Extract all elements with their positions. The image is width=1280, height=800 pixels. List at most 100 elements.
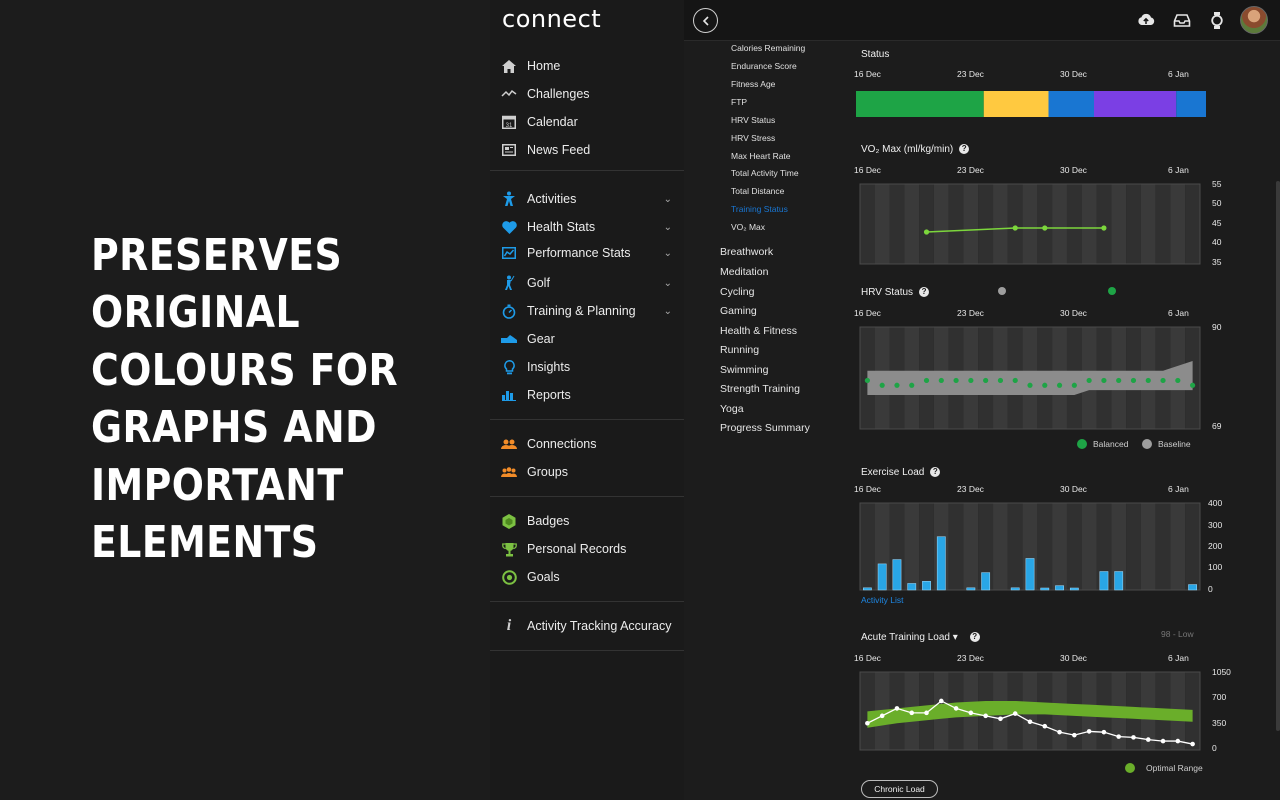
date-label: 23 Dec — [957, 653, 984, 663]
acute-load-point — [1160, 738, 1166, 744]
newsfeed-icon — [500, 141, 518, 159]
sidebar-item-label: Calendar — [527, 115, 578, 129]
category-item[interactable]: Yoga — [720, 403, 744, 415]
submenu-item[interactable]: Total Activity Time — [731, 168, 799, 178]
submenu-item-active[interactable]: Training Status — [731, 204, 788, 214]
acute-load-title[interactable]: Acute Training Load ▾? — [861, 632, 980, 643]
watch-icon[interactable] — [1207, 10, 1227, 30]
y-tick: 69 — [1212, 421, 1222, 431]
submenu-item[interactable]: Endurance Score — [731, 61, 797, 71]
acute-load-point — [1190, 741, 1195, 747]
sidebar-item-activity-tracking-accuracy[interactable]: i Activity Tracking Accuracy — [490, 614, 684, 638]
submenu-item[interactable]: Max Heart Rate — [731, 151, 791, 161]
acute-load-point — [1072, 732, 1077, 738]
sidebar-item-personal-records[interactable]: Personal Records — [490, 537, 684, 561]
sidebar-item-badges[interactable]: Badges — [490, 509, 684, 533]
category-item[interactable]: Running — [720, 344, 759, 356]
sidebar-item-gear[interactable]: Gear — [490, 327, 684, 351]
status-title: Status — [861, 49, 890, 60]
sidebar-item-news-feed[interactable]: News Feed — [490, 138, 684, 162]
grid-column — [1081, 503, 1097, 590]
back-button[interactable] — [693, 8, 718, 33]
submenu-item[interactable]: Calories Remaining — [731, 43, 805, 53]
submenu-item[interactable]: HRV Status — [731, 115, 775, 125]
category-item[interactable]: Gaming — [720, 305, 757, 317]
submenu-item[interactable]: FTP — [731, 97, 747, 107]
help-icon[interactable]: ? — [959, 144, 970, 154]
category-item[interactable]: Strength Training — [720, 383, 800, 395]
date-label: 6 Jan — [1168, 484, 1189, 494]
scrollbar[interactable] — [1276, 181, 1280, 731]
sidebar-item-calendar[interactable]: 31 Calendar — [490, 110, 684, 134]
submenu-item[interactable]: VO₂ Max — [731, 222, 765, 232]
chronic-load-button[interactable]: Chronic Load — [861, 780, 938, 798]
acute-load-point — [1116, 734, 1121, 739]
grid-column — [963, 184, 979, 264]
sidebar-item-training-planning[interactable]: Training & Planning ⌄ — [490, 299, 684, 323]
status-segment-productive — [856, 91, 984, 117]
promo-panel: PRESERVES ORIGINAL COLOURS FOR GRAPHS AN… — [0, 0, 490, 800]
sidebar-item-home[interactable]: Home — [490, 54, 684, 78]
legend-dot — [1142, 439, 1152, 449]
category-item[interactable]: Swimming — [720, 364, 768, 376]
y-tick: 35 — [1212, 257, 1222, 267]
chevron-down-icon: ⌄ — [663, 221, 672, 233]
acute-training-load-chart[interactable] — [859, 671, 1201, 751]
grid-column — [904, 503, 920, 590]
y-tick: 45 — [1212, 218, 1222, 228]
category-item[interactable]: Breathwork — [720, 246, 773, 258]
category-item[interactable]: Progress Summary — [720, 422, 810, 434]
category-item[interactable]: Cycling — [720, 286, 754, 298]
acute-load-point — [939, 698, 944, 704]
sidebar-item-performance-stats[interactable]: Performance Stats ⌄ — [490, 241, 684, 265]
hrv-point — [1160, 377, 1166, 384]
submenu-item[interactable]: Fitness Age — [731, 79, 775, 89]
sidebar-item-reports[interactable]: Reports — [490, 383, 684, 407]
status-segment-peaking — [1094, 91, 1177, 117]
sidebar-item-groups[interactable]: Groups — [490, 460, 684, 484]
grid-column — [1126, 503, 1141, 590]
hrv-point — [909, 382, 915, 388]
status-timeline-chart[interactable] — [856, 91, 1206, 117]
sidebar-item-label: Badges — [527, 514, 570, 528]
sidebar-item-golf[interactable]: Golf ⌄ — [490, 271, 684, 295]
hrv-point — [1056, 382, 1063, 388]
grid-column — [1096, 184, 1112, 264]
exercise-load-bar — [892, 559, 902, 591]
sidebar-item-label: Personal Records — [527, 542, 627, 556]
legend-dot — [1125, 763, 1135, 773]
help-icon[interactable]: ? — [930, 467, 941, 477]
activity-list-link[interactable]: Activity List — [861, 595, 904, 605]
app-logo[interactable]: connect — [502, 5, 601, 33]
avatar[interactable] — [1240, 6, 1268, 34]
sidebar-item-activities[interactable]: Activities ⌄ — [490, 187, 684, 211]
sidebar-item-goals[interactable]: Goals — [490, 565, 684, 589]
acute-load-point — [1012, 711, 1018, 716]
acute-load-point — [924, 710, 929, 716]
grid-column — [1140, 503, 1156, 590]
sidebar-item-insights[interactable]: Insights — [490, 355, 684, 379]
help-icon[interactable]: ? — [919, 287, 930, 297]
date-label: 6 Jan — [1168, 69, 1189, 79]
sidebar-item-health-stats[interactable]: Health Stats ⌄ — [490, 215, 684, 239]
vo2-max-chart[interactable] — [859, 183, 1201, 265]
exercise-load-chart[interactable] — [859, 502, 1201, 591]
date-label: 16 Dec — [854, 165, 881, 175]
sidebar-item-connections[interactable]: Connections — [490, 432, 684, 456]
category-item[interactable]: Health & Fitness — [720, 325, 797, 337]
sidebar-item-label: Activity Tracking Accuracy — [527, 619, 672, 633]
grid-column — [1170, 503, 1186, 590]
stopwatch-icon — [500, 302, 518, 320]
hrv-point — [864, 377, 870, 384]
help-icon[interactable]: ? — [969, 632, 980, 642]
submenu-item[interactable]: HRV Stress — [731, 133, 775, 143]
vo2-point — [923, 229, 930, 235]
submenu-item[interactable]: Total Distance — [731, 186, 784, 196]
hrv-point — [983, 377, 989, 384]
inbox-icon[interactable] — [1172, 10, 1192, 30]
category-item[interactable]: Meditation — [720, 266, 768, 278]
hrv-status-chart[interactable] — [859, 326, 1201, 430]
sidebar-item-challenges[interactable]: Challenges — [490, 82, 684, 106]
vo2-point — [1042, 225, 1048, 231]
cloud-upload-icon[interactable] — [1136, 10, 1156, 30]
